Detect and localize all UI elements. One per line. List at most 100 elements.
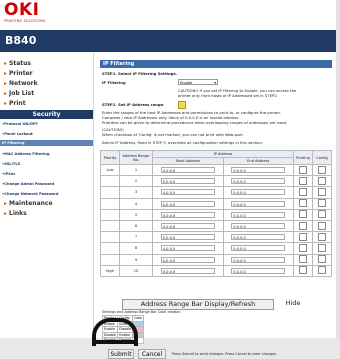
range-no-cell: 4 xyxy=(119,197,153,210)
end-address-input[interactable]: 0.0.0.0 xyxy=(231,200,286,207)
end-address-cell: 0.0.0.0 xyxy=(222,208,294,221)
start-address-input[interactable]: 0.0.0.0 xyxy=(160,267,215,274)
start-address-input[interactable]: 0.0.0.0 xyxy=(160,200,215,207)
nav-protocol-onoff[interactable]: •Protocol ON/OFF xyxy=(2,122,38,126)
arrow-icon: ▸ xyxy=(4,90,8,97)
admin-note: Admin IP Address, fixed in STEP 3, overr… xyxy=(102,140,264,145)
config-cell xyxy=(312,163,332,177)
end-address-input[interactable]: 0.0.0.0 xyxy=(231,178,286,185)
config-checkbox[interactable] xyxy=(318,165,326,174)
ip-filtering-select[interactable]: Enable ▾ xyxy=(178,79,218,85)
end-address-cell: 0.0.0.0 xyxy=(222,264,294,277)
printing-checkbox[interactable] xyxy=(299,221,307,230)
printing-checkbox[interactable] xyxy=(299,255,307,264)
table-row: 3 0.0.0.0 0.0.0.0 xyxy=(100,186,332,199)
printing-checkbox[interactable] xyxy=(299,187,307,196)
table-row: 5 0.0.0.0 0.0.0.0 xyxy=(100,208,332,221)
printing-cell xyxy=(293,219,313,233)
cancel-button[interactable]: Cancel xyxy=(138,349,166,359)
table-row: High 10 0.0.0.0 0.0.0.0 xyxy=(100,264,332,277)
config-checkbox[interactable] xyxy=(318,210,326,219)
priority-cell xyxy=(100,208,120,221)
nav-label: Printer xyxy=(9,70,33,77)
ip-range-table: Priority Address Range No. IP Address Pr… xyxy=(100,150,332,277)
nav-links[interactable]: ▸ Links xyxy=(4,210,27,217)
hide-button[interactable]: Hide xyxy=(278,299,308,308)
end-address-input[interactable]: 0.0.0.0 xyxy=(231,211,286,218)
step2-heading: STEP2. Set IP Address range. xyxy=(102,102,165,107)
start-address-input[interactable]: 0.0.0.0 xyxy=(160,256,215,263)
submit-button[interactable]: Submit xyxy=(108,349,134,359)
arrow-icon: ▸ xyxy=(4,70,8,77)
printing-cell xyxy=(293,163,313,177)
nav-status[interactable]: ▸ Status xyxy=(4,60,31,67)
model-name: B840 xyxy=(5,34,37,47)
nav-change-network-password[interactable]: •Change Network Password xyxy=(2,192,58,196)
start-address-input[interactable]: 0.0.0.0 xyxy=(160,178,215,185)
config-checkbox[interactable] xyxy=(318,199,326,208)
nav-ip-filtering[interactable]: IP Filtering xyxy=(0,140,93,146)
config-checkbox[interactable] xyxy=(318,255,326,264)
printing-checkbox[interactable] xyxy=(299,176,307,185)
nav-print[interactable]: ▸ Print xyxy=(4,100,26,107)
end-address-input[interactable]: 0.0.0.0 xyxy=(231,167,286,174)
nav-network[interactable]: ▸ Network xyxy=(4,80,38,87)
range-no-cell: 6 xyxy=(119,219,153,233)
range-no-cell: 10 xyxy=(119,264,153,277)
table-row: 9 0.0.0.0 0.0.0.0 xyxy=(100,253,332,266)
config-checkbox[interactable] xyxy=(318,187,326,196)
nav-change-admin-password[interactable]: •Change Admin Password xyxy=(2,182,54,186)
end-address-input[interactable]: 0.0.0.0 xyxy=(231,256,286,263)
nav-label: Links xyxy=(9,210,27,217)
col-printing: Printing xyxy=(293,150,313,165)
range-no-cell: 2 xyxy=(119,175,153,188)
nav-label: Print xyxy=(9,100,26,107)
printing-checkbox[interactable] xyxy=(299,232,307,241)
config-cell xyxy=(312,175,332,188)
printing-checkbox[interactable] xyxy=(299,210,307,219)
start-address-cell: 0.0.0.0 xyxy=(152,253,224,266)
config-checkbox[interactable] xyxy=(318,232,326,241)
range-bar-refresh-button[interactable]: Address Range Bar Display/Refresh xyxy=(122,299,274,310)
printing-checkbox[interactable] xyxy=(299,266,307,275)
config-checkbox[interactable] xyxy=(318,243,326,252)
nav-maintenance[interactable]: ▸ Maintenance xyxy=(4,200,53,207)
nav-ipsec[interactable]: •IPSec xyxy=(2,172,15,176)
table-row: 6 0.0.0.0 0.0.0.0 xyxy=(100,219,332,233)
nav-ssl-tls[interactable]: •SSL/TLS xyxy=(2,162,20,166)
config-checkbox[interactable] xyxy=(318,176,326,185)
folder-icon xyxy=(178,101,186,109)
nav-printer[interactable]: ▸ Printer xyxy=(4,70,33,77)
range-no-cell: 3 xyxy=(119,186,153,199)
start-address-input[interactable]: 0.0.0.0 xyxy=(160,245,215,252)
printing-checkbox[interactable] xyxy=(299,243,307,252)
printing-checkbox[interactable] xyxy=(299,199,307,208)
caution-step2-cont: When checkbox of 'Config' is not marked,… xyxy=(102,132,244,137)
nav-panel-lockout[interactable]: •Panel Lockout xyxy=(2,132,33,136)
end-address-input[interactable]: 0.0.0.0 xyxy=(231,223,286,230)
col-start-address: Start Address xyxy=(152,157,224,165)
start-address-input[interactable]: 0.0.0.0 xyxy=(160,211,215,218)
config-checkbox[interactable] xyxy=(318,266,326,275)
start-address-input[interactable]: 0.0.0.0 xyxy=(160,223,215,230)
printing-cell xyxy=(293,197,313,210)
config-cell xyxy=(312,231,332,244)
config-cell xyxy=(312,242,332,255)
printer-web-admin: OKI PRINTING SOLUTIONS B840 ▸ Status ▸ Pri… xyxy=(0,0,340,359)
end-address-input[interactable]: 0.0.0.0 xyxy=(231,267,286,274)
start-address-input[interactable]: 0.0.0.0 xyxy=(160,234,215,241)
nav-mac-filtering[interactable]: •MAC Address Filtering xyxy=(2,152,49,156)
end-address-input[interactable]: 0.0.0.0 xyxy=(231,234,286,241)
end-address-input[interactable]: 0.0.0.0 xyxy=(231,245,286,252)
end-address-input[interactable]: 0.0.0.0 xyxy=(231,189,286,196)
config-cell xyxy=(312,253,332,266)
config-checkbox[interactable] xyxy=(318,221,326,230)
nav-job-list[interactable]: ▸ Job List xyxy=(4,90,34,97)
start-address-input[interactable]: 0.0.0.0 xyxy=(160,167,215,174)
start-address-cell: 0.0.0.0 xyxy=(152,186,224,199)
printing-checkbox[interactable] xyxy=(299,165,307,174)
priority-cell: Low xyxy=(100,163,120,177)
start-address-input[interactable]: 0.0.0.0 xyxy=(160,189,215,196)
select-value: Enable xyxy=(180,81,193,85)
priority-cell xyxy=(100,242,120,255)
